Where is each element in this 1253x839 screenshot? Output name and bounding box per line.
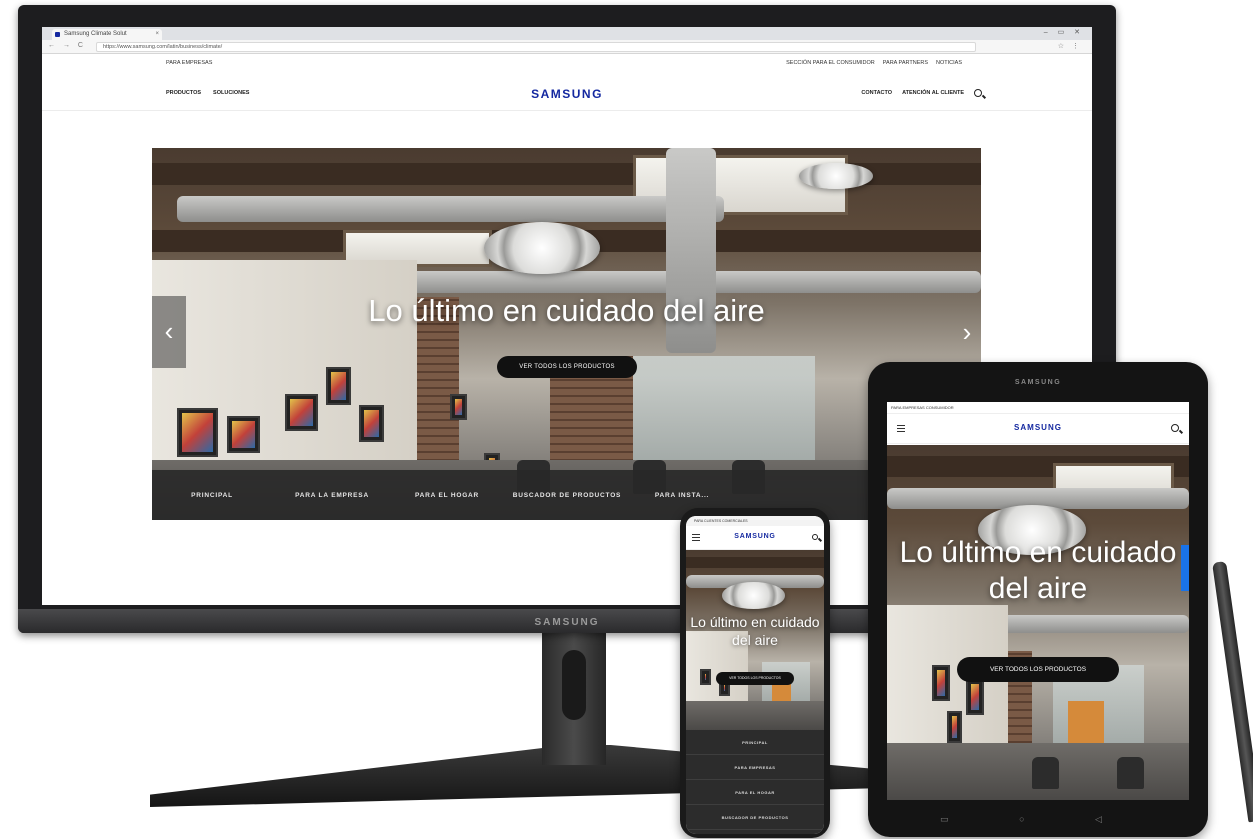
hero-carousel: Lo último en cuidado del aire VER TODOS … bbox=[152, 148, 981, 520]
phone-samsung-logo[interactable]: SAMSUNG bbox=[686, 533, 824, 540]
phone-ver-todos-button[interactable]: VER TODOS LOS PRODUCTOS bbox=[716, 672, 794, 685]
phone-menu-empresas[interactable]: PARA EMPRESAS bbox=[686, 755, 824, 780]
phone-header: SAMSUNG bbox=[686, 526, 824, 550]
phone-hero-title: Lo último en cuidado del aire bbox=[690, 614, 820, 648]
browser-address-bar: ← → C https://www.samsung.com/latin/busi… bbox=[42, 40, 1092, 54]
hero-tab-hogar[interactable]: PARA EL HOGAR bbox=[392, 491, 502, 500]
tablet-samsung-logo[interactable]: SAMSUNG bbox=[887, 423, 1189, 432]
ver-todos-productos-button[interactable]: VER TODOS LOS PRODUCTOS bbox=[497, 356, 637, 378]
search-icon[interactable] bbox=[1171, 424, 1179, 432]
close-tab-icon[interactable]: × bbox=[155, 29, 159, 40]
office-hero-image bbox=[152, 148, 981, 520]
phone-screen: PARA CLIENTES COMERCIALES SAMSUNG Lo últ… bbox=[686, 516, 824, 834]
site-main-nav: PRODUCTOS SOLUCIONES SAMSUNG CONTACTO AT… bbox=[42, 73, 1092, 111]
tablet-brand-label: SAMSUNG bbox=[1014, 379, 1062, 386]
url-input[interactable]: https://www.samsung.com/latin/business/c… bbox=[96, 42, 976, 52]
browser-tab[interactable]: Samsung Climate Solut × bbox=[52, 29, 162, 40]
consumer-section-link[interactable]: SECCIÓN PARA EL CONSUMIDOR bbox=[786, 60, 875, 66]
favicon-icon bbox=[55, 32, 60, 37]
tablet-utility-bar[interactable]: PARA EMPRESAS CONSUMIDOR bbox=[887, 402, 1189, 414]
browser-nav-buttons[interactable]: ← → C bbox=[48, 42, 86, 49]
browser-action-icons[interactable]: ☆ ⋮ bbox=[1058, 42, 1082, 50]
hero-category-bar: PRINCIPAL PARA LA EMPRESA PARA EL HOGAR … bbox=[152, 470, 981, 520]
hero-tab-buscador[interactable]: BUSCADOR DE PRODUCTOS bbox=[502, 491, 632, 500]
device-showcase: Samsung Climate Solut × – ▭ ✕ ← → C http… bbox=[0, 0, 1253, 839]
search-icon[interactable] bbox=[812, 534, 818, 540]
tablet-ver-todos-button[interactable]: VER TODOS LOS PRODUCTOS bbox=[957, 657, 1119, 682]
tablet-header: SAMSUNG bbox=[887, 414, 1189, 444]
tablet-hero: Lo último en cuidado del aire VER TODOS … bbox=[887, 445, 1189, 800]
site-utility-bar: PARA EMPRESAS SECCIÓN PARA EL CONSUMIDOR… bbox=[42, 55, 1092, 73]
browser-tab-strip: Samsung Climate Solut × – ▭ ✕ bbox=[42, 27, 1092, 40]
hero-tab-empresa[interactable]: PARA LA EMPRESA bbox=[272, 491, 392, 500]
s-pen-stylus bbox=[1212, 561, 1253, 823]
phone-menu-buscador[interactable]: BUSCADOR DE PRODUCTOS bbox=[686, 805, 824, 830]
phone-device: PARA CLIENTES COMERCIALES SAMSUNG Lo últ… bbox=[680, 508, 830, 838]
hero-title: Lo último en cuidado del aire bbox=[368, 293, 765, 328]
carousel-next-icon[interactable]: › bbox=[953, 306, 981, 358]
phone-menu-hogar[interactable]: PARA EL HOGAR bbox=[686, 780, 824, 805]
search-icon[interactable] bbox=[974, 89, 982, 97]
nav-right-group: CONTACTO ATENCIÓN AL CLIENTE bbox=[861, 89, 982, 97]
nav-atencion-cliente[interactable]: ATENCIÓN AL CLIENTE bbox=[902, 90, 964, 96]
phone-hero: Lo último en cuidado del aire VER TODOS … bbox=[686, 550, 824, 730]
window-controls[interactable]: – ▭ ✕ bbox=[1044, 28, 1084, 36]
office-hero-image bbox=[887, 445, 1189, 800]
phone-utility-bar[interactable]: PARA CLIENTES COMERCIALES bbox=[686, 516, 824, 526]
tablet-softkeys[interactable]: ▭ ○ ◁ bbox=[868, 814, 1208, 825]
tablet-device: SAMSUNG PARA EMPRESAS CONSUMIDOR SAMSUNG bbox=[868, 362, 1208, 837]
carousel-prev-icon[interactable]: ‹ bbox=[152, 296, 186, 368]
nav-contacto[interactable]: CONTACTO bbox=[861, 90, 892, 96]
para-empresas-link[interactable]: PARA EMPRESAS bbox=[166, 60, 212, 66]
monitor-stand-neck bbox=[542, 630, 606, 765]
utility-links: SECCIÓN PARA EL CONSUMIDOR PARA PARTNERS… bbox=[786, 60, 962, 66]
tablet-screen: PARA EMPRESAS CONSUMIDOR SAMSUNG Lo últi… bbox=[887, 402, 1189, 800]
hero-tab-instaladores[interactable]: PARA INSTA... bbox=[632, 491, 732, 500]
partners-link[interactable]: PARA PARTNERS bbox=[883, 60, 928, 66]
browser-tab-title: Samsung Climate Solut bbox=[64, 31, 127, 37]
feedback-tab[interactable] bbox=[1181, 545, 1189, 591]
news-link[interactable]: NOTICIAS bbox=[936, 60, 962, 66]
phone-menu-list: PRINCIPAL PARA EMPRESAS PARA EL HOGAR BU… bbox=[686, 730, 824, 834]
tablet-hero-title: Lo último en cuidado del aire bbox=[899, 536, 1177, 605]
phone-menu-principal[interactable]: PRINCIPAL bbox=[686, 730, 824, 755]
hero-tab-principal[interactable]: PRINCIPAL bbox=[152, 491, 272, 500]
